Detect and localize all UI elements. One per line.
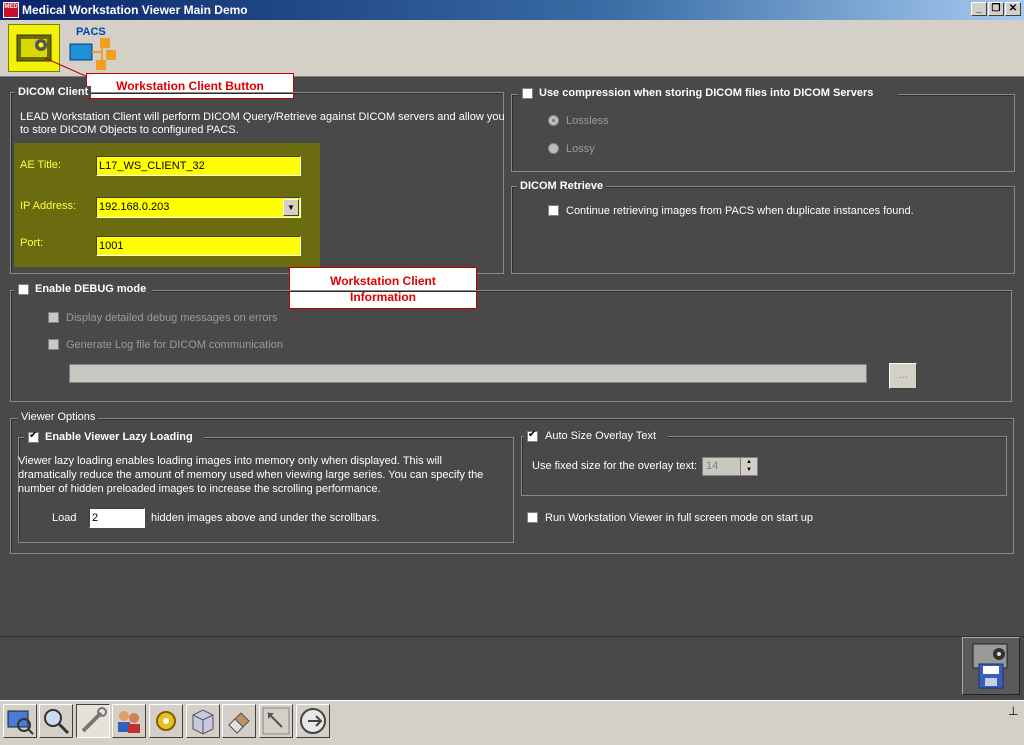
load-suffix-label: hidden images above and under the scroll… xyxy=(151,512,380,524)
save-settings-icon xyxy=(972,643,1008,689)
fixed-size-value: 14 xyxy=(706,460,719,472)
exit-button[interactable] xyxy=(296,704,330,738)
load-count-input[interactable]: 2 xyxy=(89,508,145,528)
cube-icon xyxy=(192,709,214,735)
dicom-client-description-line2: to store DICOM Objects to configured PAC… xyxy=(20,124,239,136)
lazy-desc-line3: number of hidden preloaded images to inc… xyxy=(18,483,381,495)
tools-button[interactable] xyxy=(76,704,110,738)
ae-title-input[interactable]: L17_WS_CLIENT_32 xyxy=(96,156,301,176)
patient-search-button[interactable] xyxy=(3,704,37,738)
enable-debug-label: Enable DEBUG mode xyxy=(35,283,147,295)
storage-button[interactable] xyxy=(186,704,220,738)
fixed-size-label: Use fixed size for the overlay text: xyxy=(532,460,698,472)
ip-address-label: IP Address: xyxy=(20,200,77,212)
lazy-desc-line1: Viewer lazy loading enables loading imag… xyxy=(18,455,442,467)
pin-icon[interactable]: ⊥ xyxy=(1008,704,1018,718)
detailed-debug-checkbox[interactable] xyxy=(48,312,59,323)
load-label: Load xyxy=(52,512,77,524)
detailed-debug-label: Display detailed debug messages on error… xyxy=(66,312,278,324)
pointer-button[interactable] xyxy=(259,704,293,738)
compression-label: Use compression when storing DICOM files… xyxy=(539,87,874,99)
fullscreen-checkbox[interactable] xyxy=(527,512,538,523)
dicom-retrieve-group xyxy=(511,186,1015,274)
ae-title-label: AE Title: xyxy=(20,159,61,171)
dicom-client-legend: DICOM Client xyxy=(15,86,92,98)
wrench-icon xyxy=(81,707,107,733)
stepper-arrows-icon[interactable]: ▲ ▼ xyxy=(740,458,757,475)
search-icon xyxy=(44,709,70,735)
log-file-label: Generate Log file for DICOM communicatio… xyxy=(66,339,284,351)
users-icon xyxy=(118,711,140,733)
log-file-checkbox[interactable] xyxy=(48,339,59,350)
continue-retrieving-checkbox[interactable] xyxy=(548,205,559,216)
dicom-client-description-line1: LEAD Workstation Client will perform DIC… xyxy=(20,111,505,123)
fixed-size-stepper[interactable]: 14 ▲ ▼ xyxy=(702,457,758,476)
compression-group xyxy=(511,94,1015,172)
auto-size-checkbox[interactable] xyxy=(527,429,538,442)
callout-info-line1: Workstation Client xyxy=(330,274,436,288)
fullscreen-label: Run Workstation Viewer in full screen mo… xyxy=(545,512,814,524)
browse-button[interactable]: ... xyxy=(889,363,917,389)
lazy-desc-line2: dramatically reduce the amount of memory… xyxy=(18,469,484,481)
exit-icon xyxy=(300,708,326,734)
lossy-radio[interactable] xyxy=(548,143,559,154)
enable-debug-checkbox[interactable] xyxy=(18,284,29,295)
chevron-down-icon[interactable]: ▼ xyxy=(283,199,299,216)
settings-button[interactable] xyxy=(149,704,183,738)
ip-address-value: 192.168.0.203 xyxy=(99,201,170,213)
dicom-retrieve-legend: DICOM Retrieve xyxy=(517,180,607,192)
search-button[interactable] xyxy=(39,704,73,738)
lazy-loading-label: Enable Viewer Lazy Loading xyxy=(45,431,193,443)
continue-retrieving-label: Continue retrieving images from PACS whe… xyxy=(566,205,914,217)
lossy-label: Lossy xyxy=(566,143,595,155)
compression-checkbox[interactable] xyxy=(522,88,533,99)
log-file-path-input[interactable] xyxy=(69,364,867,383)
lossless-radio[interactable] xyxy=(548,115,559,126)
arrow-icon xyxy=(262,707,290,735)
port-input[interactable]: 1001 xyxy=(96,236,301,256)
lazy-loading-checkbox[interactable] xyxy=(28,430,39,443)
port-label: Port: xyxy=(20,237,44,249)
separator xyxy=(0,636,1024,637)
monitor-search-icon xyxy=(7,710,34,735)
auto-size-label: Auto Size Overlay Text xyxy=(545,430,657,442)
users-button[interactable] xyxy=(112,704,146,738)
save-settings-button[interactable] xyxy=(962,637,1020,695)
eraser-icon xyxy=(228,712,250,734)
ip-address-select[interactable]: 192.168.0.203 ▼ xyxy=(96,197,301,218)
gear-icon xyxy=(156,711,176,731)
eraser-button[interactable] xyxy=(222,704,256,738)
viewer-options-legend: Viewer Options xyxy=(18,411,99,423)
lossless-label: Lossless xyxy=(566,115,609,127)
